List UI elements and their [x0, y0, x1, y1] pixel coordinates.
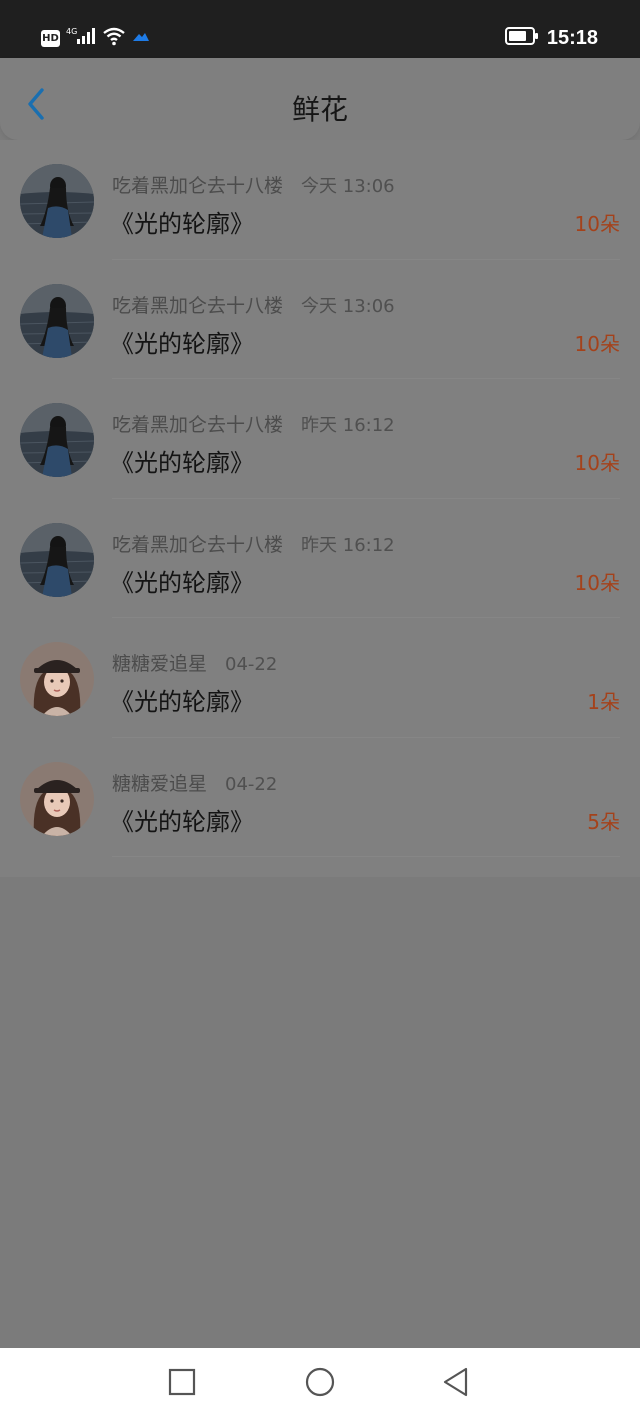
- item-meta: 吃着黑加仑去十八楼 昨天 16:12: [112, 530, 395, 557]
- back-triangle-icon: [443, 1367, 468, 1397]
- status-icons-left: HD 4G: [41, 26, 150, 50]
- song-title: 《光的轮廓》: [110, 688, 254, 716]
- flower-list-item[interactable]: 吃着黑加仑去十八楼 今天 13:06 《光的轮廓》 10朵: [0, 260, 640, 379]
- battery-icon: [504, 26, 539, 50]
- recents-button[interactable]: [166, 1366, 198, 1398]
- divider: [112, 856, 620, 857]
- username[interactable]: 吃着黑加仑去十八楼: [112, 530, 283, 557]
- flower-count: 10朵: [574, 451, 620, 475]
- page-title: 鲜花: [291, 93, 348, 126]
- recents-square-icon: [168, 1368, 196, 1396]
- item-meta: 糖糖爱追星 04-22: [112, 769, 277, 796]
- item-meta: 吃着黑加仑去十八楼 今天 13:06: [112, 291, 395, 318]
- song-title: 《光的轮廓》: [110, 568, 254, 597]
- signal-icon: 4G: [66, 26, 96, 50]
- item-meta: 吃着黑加仑去十八楼 昨天 16:12: [112, 410, 395, 437]
- nav-back-button[interactable]: [440, 1366, 472, 1398]
- avatar-girl-hat-image[interactable]: [20, 642, 94, 716]
- song-title: 《光的轮廓》: [110, 449, 254, 477]
- flower-count: 10朵: [574, 212, 620, 236]
- username[interactable]: 糖糖爱追星: [112, 649, 207, 676]
- timestamp: 04-22: [225, 654, 278, 675]
- system-nav-bar: [0, 1348, 640, 1415]
- flower-count: 1朵: [587, 690, 620, 714]
- flower-list-item[interactable]: 糖糖爱追星 04-22 《光的轮廓》 5朵: [0, 738, 640, 857]
- timestamp: 今天 13:06: [301, 295, 395, 317]
- avatar-girl-lake-image[interactable]: [20, 522, 94, 597]
- avatar-girl-hat-image[interactable]: [20, 761, 94, 836]
- home-circle-icon: [305, 1367, 335, 1397]
- home-button[interactable]: [304, 1366, 336, 1398]
- song-title: 《光的轮廓》: [110, 329, 254, 358]
- hd-icon: HD: [41, 29, 60, 47]
- item-meta: 糖糖爱追星 04-22: [112, 649, 277, 676]
- flower-list-item[interactable]: 糖糖爱追星 04-22 《光的轮廓》 1朵: [0, 618, 640, 738]
- song-title: 《光的轮廓》: [110, 807, 254, 836]
- flower-count: 10朵: [574, 570, 620, 595]
- username[interactable]: 吃着黑加仑去十八楼: [112, 171, 283, 198]
- timestamp: 昨天 16:12: [301, 415, 395, 436]
- clock: 15:18: [546, 26, 598, 49]
- status-bar: HD 4G 15:18: [0, 0, 640, 58]
- network-type-label: 4G: [66, 27, 77, 36]
- username[interactable]: 吃着黑加仑去十八楼: [112, 291, 283, 318]
- song-title: 《光的轮廓》: [110, 210, 254, 238]
- flower-list-item[interactable]: 吃着黑加仑去十八楼 今天 13:06 《光的轮廓》 10朵: [0, 140, 640, 260]
- avatar-girl-lake-image[interactable]: [20, 164, 94, 238]
- timestamp: 04-22: [225, 773, 278, 795]
- app-header: 鲜花: [0, 58, 640, 140]
- avatar-girl-lake-image[interactable]: [20, 283, 94, 358]
- flower-count: 5朵: [587, 809, 620, 834]
- username[interactable]: 吃着黑加仑去十八楼: [112, 410, 283, 437]
- timestamp: 今天 13:06: [301, 176, 395, 197]
- status-icons-right: 15:18: [504, 26, 598, 50]
- flower-list-item[interactable]: 吃着黑加仑去十八楼 昨天 16:12 《光的轮廓》 10朵: [0, 379, 640, 499]
- flower-count: 10朵: [574, 331, 620, 356]
- timestamp: 昨天 16:12: [301, 534, 395, 556]
- cloud-icon: [132, 29, 150, 48]
- wifi-icon: [102, 26, 126, 50]
- username[interactable]: 糖糖爱追星: [112, 769, 207, 796]
- flower-list-item[interactable]: 吃着黑加仑去十八楼 昨天 16:12 《光的轮廓》 10朵: [0, 499, 640, 618]
- item-meta: 吃着黑加仑去十八楼 今天 13:06: [112, 171, 395, 198]
- flower-list: 吃着黑加仑去十八楼 今天 13:06 《光的轮廓》 10朵 吃着黑加仑去十八楼 …: [0, 140, 640, 877]
- avatar-girl-lake-image[interactable]: [20, 403, 94, 477]
